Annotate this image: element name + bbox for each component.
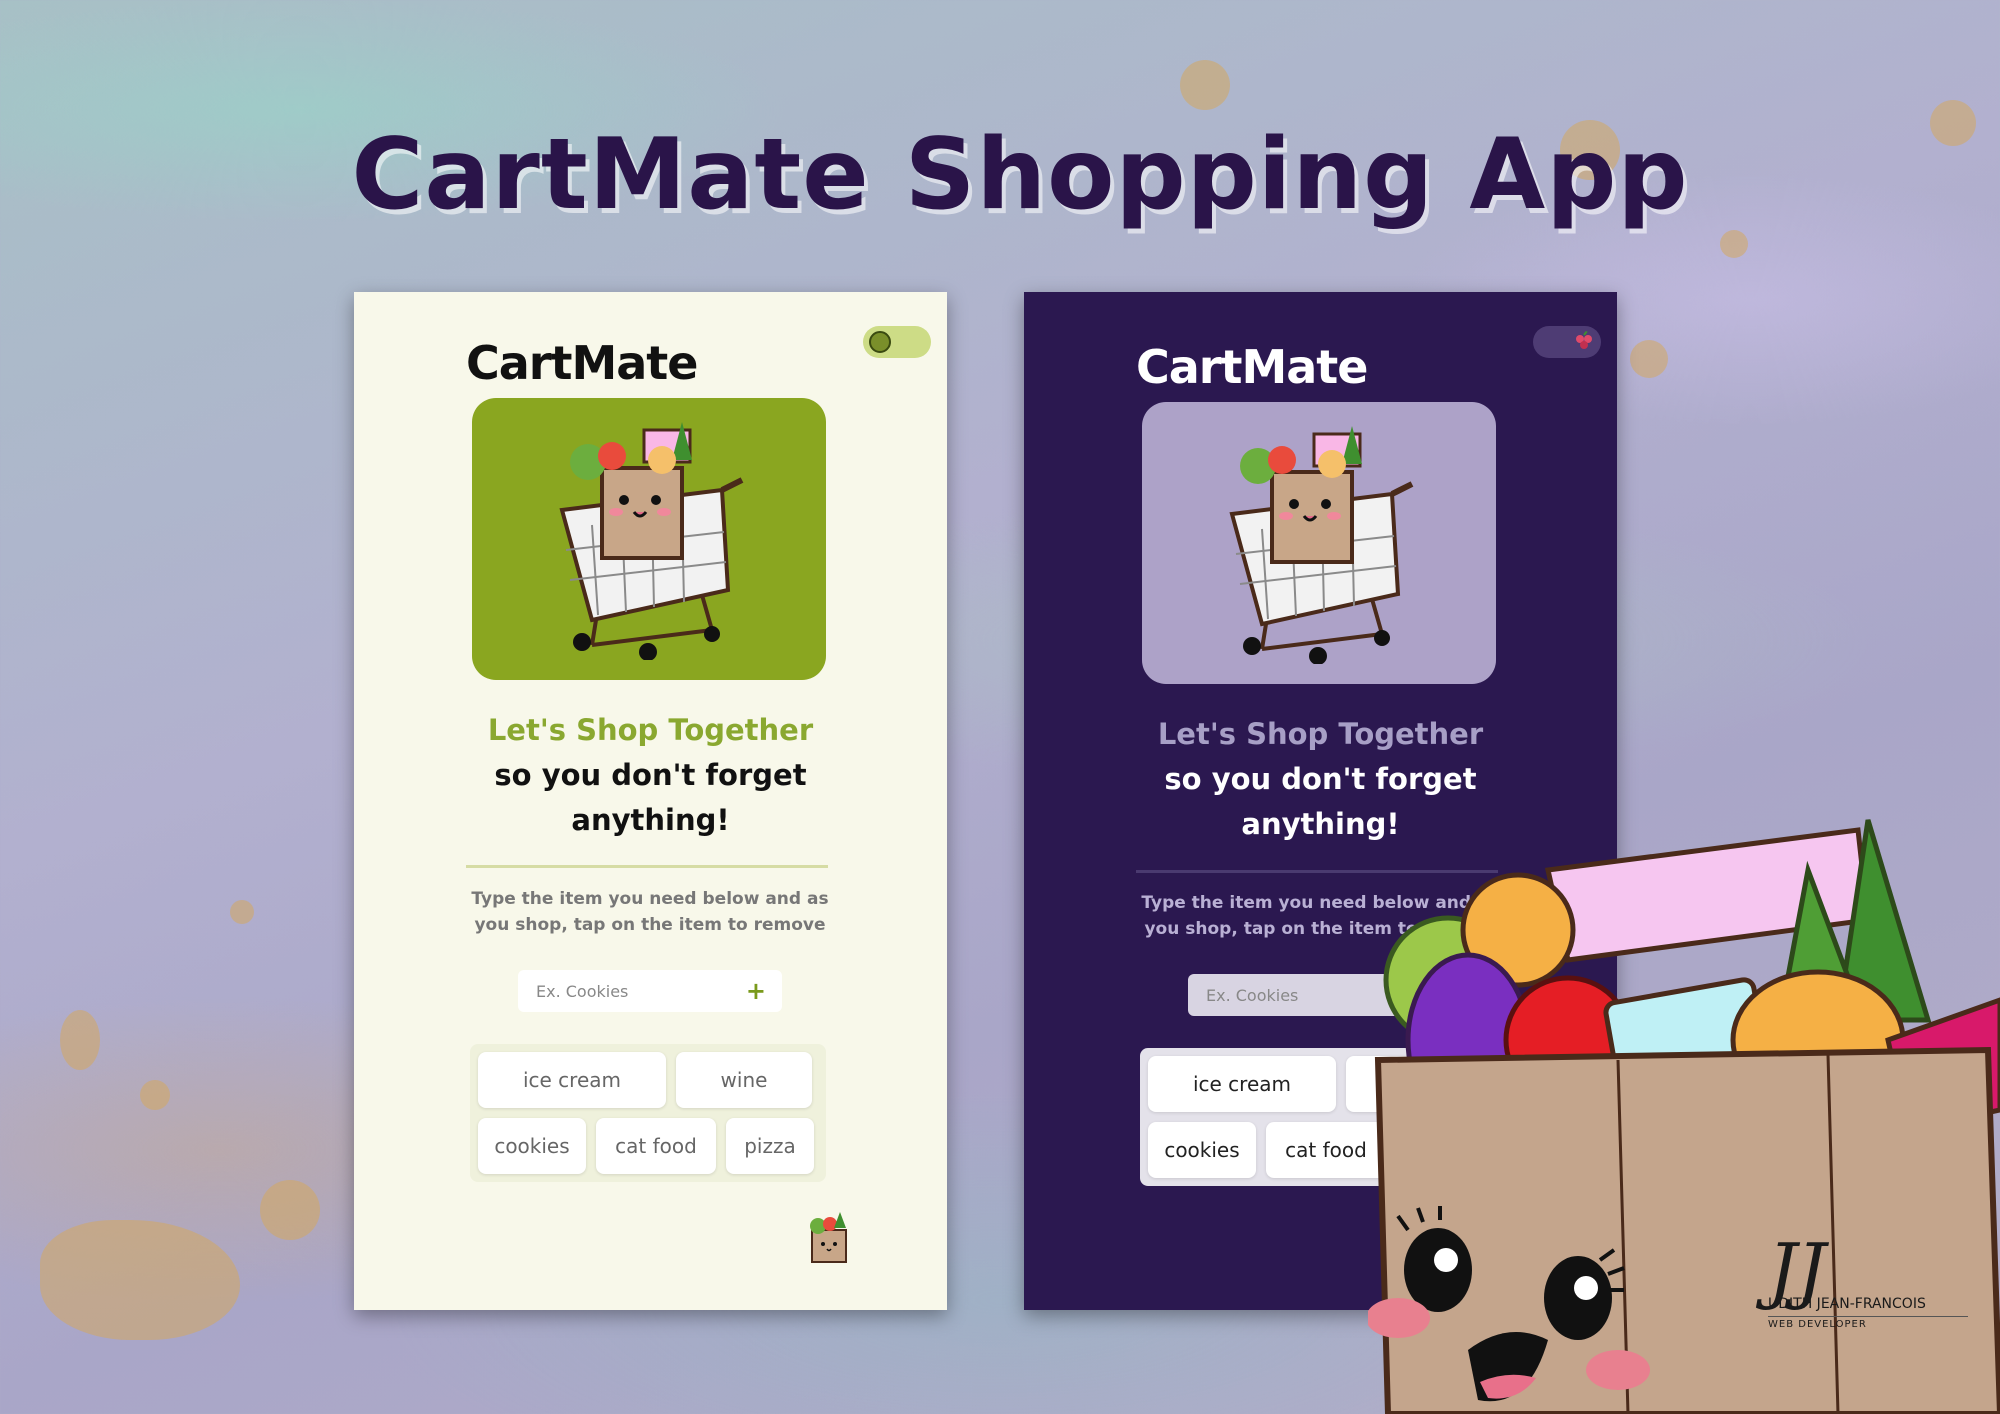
brand-logo: CartMate <box>466 336 698 390</box>
paint-splatter <box>1180 60 1230 110</box>
theme-toggle[interactable] <box>863 326 931 358</box>
paint-splatter <box>1720 230 1748 258</box>
tagline-accent: Let's Shop Together <box>1157 717 1484 751</box>
list-item[interactable]: wine <box>676 1052 812 1108</box>
add-item-button[interactable]: + <box>746 979 766 1003</box>
grocery-bag-icon <box>810 1212 847 1263</box>
list-item[interactable]: pizza <box>726 1118 814 1174</box>
signature-name: UDITH JEAN-FRANCOIS <box>1768 1296 1926 1312</box>
list-item[interactable]: cat food <box>596 1118 716 1174</box>
list-item[interactable]: ice cream <box>478 1052 666 1108</box>
paint-splatter <box>140 1080 170 1110</box>
shopping-cart-illustration <box>559 422 744 660</box>
item-input[interactable] <box>534 980 728 1002</box>
grapes-icon <box>1576 331 1592 349</box>
list-item[interactable]: cookies <box>1148 1122 1256 1178</box>
divider <box>466 865 828 868</box>
light-mode-screen: CartMate Let's Shop Together so you don'… <box>354 292 947 1310</box>
paint-splatter <box>230 900 254 924</box>
list-item[interactable]: ice cream <box>1148 1056 1336 1112</box>
signature-role: WEB DEVELOPER <box>1768 1316 1968 1330</box>
hero-card <box>1142 402 1496 684</box>
list-item[interactable]: cookies <box>478 1118 586 1174</box>
paint-splatter <box>260 1180 320 1240</box>
banner-title: CartMate Shopping App <box>351 118 1689 232</box>
paint-splatter <box>1630 340 1668 378</box>
brand-logo: CartMate <box>1136 340 1368 394</box>
hero-card <box>472 398 826 680</box>
item-input-field: + <box>518 970 782 1012</box>
tagline-accent: Let's Shop Together <box>487 713 814 747</box>
developer-signature: JJ UDITH JEAN-FRANCOIS WEB DEVELOPER <box>1768 1228 1988 1331</box>
paint-splatter <box>40 1220 240 1340</box>
shopping-list: ice cream wine cookies cat food pizza <box>470 1044 826 1182</box>
tagline-main: so you don't forget anything! <box>494 758 807 837</box>
instructions-text: Type the item you need below and as you … <box>471 889 829 935</box>
kiwi-icon <box>869 331 891 353</box>
signature-initials: JJ <box>1768 1228 1826 1312</box>
theme-toggle[interactable] <box>1533 326 1601 358</box>
tagline: Let's Shop Together so you don't forget … <box>354 708 947 843</box>
paint-splatter <box>60 1010 100 1070</box>
shopping-cart-illustration <box>1229 426 1414 664</box>
